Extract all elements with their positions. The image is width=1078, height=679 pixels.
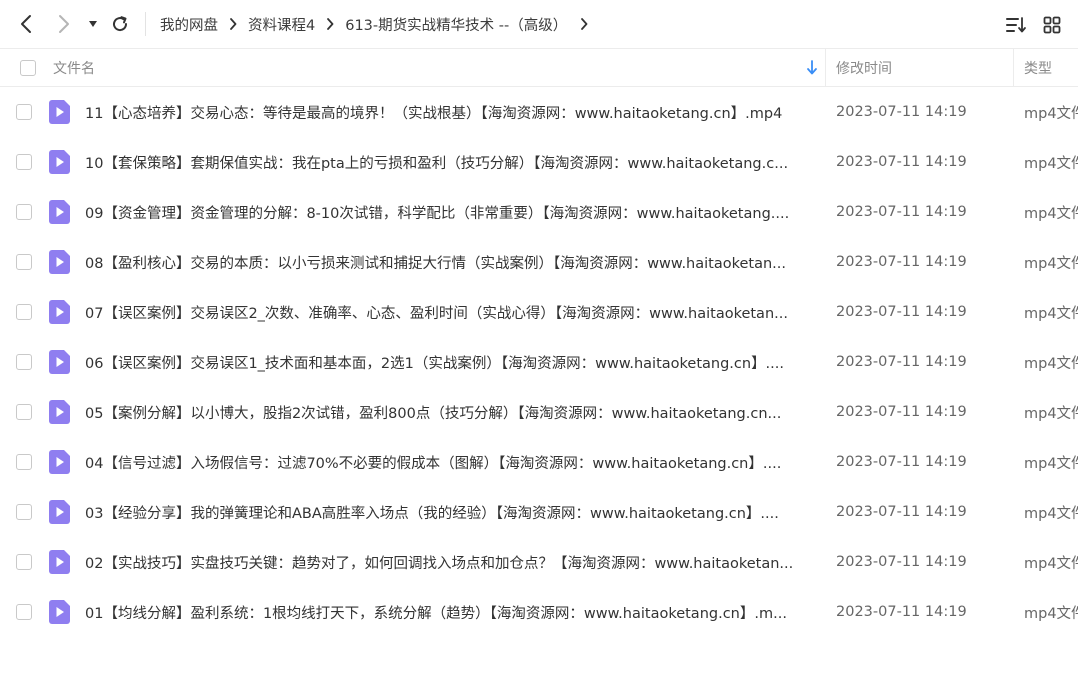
file-name[interactable]: 01【均线分解】盈利系统：1根均线打天下，系统分解（趋势）【海淘资源网：www.…: [85, 587, 813, 637]
toolbar: 我的网盘 资料课程4 613-期货实战精华技术 --（高级）: [0, 0, 1078, 48]
file-modified-time: 2023-07-11 14:19: [836, 404, 967, 420]
video-file-icon: [49, 250, 70, 274]
file-type: mp4文件: [1024, 555, 1078, 572]
file-name[interactable]: 04【信号过滤】入场假信号：过滤70%不必要的假成本（图解）【海淘资源网：www…: [85, 437, 813, 487]
sort-descending-icon[interactable]: [805, 59, 819, 77]
file-name[interactable]: 08【盈利核心】交易的本质：以小亏损来测试和捕捉大行情（实战案例）【海淘资源网：…: [85, 237, 813, 287]
row-checkbox[interactable]: [16, 504, 32, 520]
row-checkbox[interactable]: [16, 404, 32, 420]
chevron-right-icon: [59, 15, 69, 33]
sort-button[interactable]: [1004, 13, 1028, 37]
column-divider[interactable]: [825, 49, 826, 87]
file-modified-time: 2023-07-11 14:19: [836, 204, 967, 220]
file-row[interactable]: 08【盈利核心】交易的本质：以小亏损来测试和捕捉大行情（实战案例）【海淘资源网：…: [0, 237, 1078, 287]
grid-view-button[interactable]: [1040, 13, 1064, 37]
row-checkbox[interactable]: [16, 254, 32, 270]
file-modified-time: 2023-07-11 14:19: [836, 354, 967, 370]
history-dropdown-button[interactable]: [84, 12, 102, 36]
file-name[interactable]: 02【实战技巧】实盘技巧关键：趋势对了，如何回调找入场点和加仓点？【海淘资源网：…: [85, 537, 813, 587]
row-checkbox[interactable]: [16, 554, 32, 570]
file-row[interactable]: 07【误区案例】交易误区2_次数、准确率、心态、盈利时间（实战心得）【海淘资源网…: [0, 287, 1078, 337]
breadcrumb-item-root[interactable]: 我的网盘: [160, 14, 218, 35]
video-file-icon: [49, 150, 70, 174]
breadcrumb-expand-icon[interactable]: [567, 14, 601, 34]
video-file-icon: [49, 400, 70, 424]
column-header-type[interactable]: 类型: [1024, 49, 1052, 87]
file-row[interactable]: 05【案例分解】以小博大，股指2次试错，盈利800点（技巧分解）【海淘资源网：w…: [0, 387, 1078, 437]
file-row[interactable]: 09【资金管理】资金管理的分解：8-10次试错，科学配比（非常重要）【海淘资源网…: [0, 187, 1078, 237]
file-row[interactable]: 04【信号过滤】入场假信号：过滤70%不必要的假成本（图解）【海淘资源网：www…: [0, 437, 1078, 487]
video-file-icon: [49, 200, 70, 224]
chevron-left-icon: [21, 15, 31, 33]
breadcrumb-item-current[interactable]: 613-期货实战精华技术 --（高级）: [345, 14, 567, 35]
breadcrumb-separator-icon: [218, 14, 248, 34]
video-file-icon: [49, 350, 70, 374]
column-header-name[interactable]: 文件名: [53, 49, 95, 87]
file-name[interactable]: 10【套保策略】套期保值实战：我在pta上的亏损和盈利（技巧分解）【海淘资源网：…: [85, 137, 813, 187]
file-modified-time: 2023-07-11 14:19: [836, 504, 967, 520]
row-checkbox[interactable]: [16, 304, 32, 320]
file-name[interactable]: 06【误区案例】交易误区1_技术面和基本面，2选1（实战案例）【海淘资源网：ww…: [85, 337, 813, 387]
breadcrumb: 我的网盘 资料课程4 613-期货实战精华技术 --（高级）: [160, 0, 601, 48]
file-type: mp4文件: [1024, 405, 1078, 422]
video-file-icon: [49, 500, 70, 524]
breadcrumb-item-folder[interactable]: 资料课程4: [248, 14, 315, 35]
row-checkbox[interactable]: [16, 454, 32, 470]
row-checkbox[interactable]: [16, 154, 32, 170]
row-checkbox[interactable]: [16, 354, 32, 370]
file-name[interactable]: 11【心态培养】交易心态：等待是最高的境界！（实战根基）【海淘资源网：www.h…: [85, 87, 813, 137]
column-header: 文件名 修改时间 类型: [0, 48, 1078, 87]
file-row[interactable]: 06【误区案例】交易误区1_技术面和基本面，2选1（实战案例）【海淘资源网：ww…: [0, 337, 1078, 387]
video-file-icon: [49, 450, 70, 474]
file-type: mp4文件: [1024, 605, 1078, 622]
file-modified-time: 2023-07-11 14:19: [836, 454, 967, 470]
file-name[interactable]: 07【误区案例】交易误区2_次数、准确率、心态、盈利时间（实战心得）【海淘资源网…: [85, 287, 813, 337]
file-row[interactable]: 11【心态培养】交易心态：等待是最高的境界！（实战根基）【海淘资源网：www.h…: [0, 87, 1078, 137]
file-row[interactable]: 01【均线分解】盈利系统：1根均线打天下，系统分解（趋势）【海淘资源网：www.…: [0, 587, 1078, 637]
row-checkbox[interactable]: [16, 204, 32, 220]
column-header-modified[interactable]: 修改时间: [836, 49, 892, 87]
file-type: mp4文件: [1024, 355, 1078, 372]
select-all-checkbox[interactable]: [20, 60, 36, 76]
file-row[interactable]: 10【套保策略】套期保值实战：我在pta上的亏损和盈利（技巧分解）【海淘资源网：…: [0, 137, 1078, 187]
file-type: mp4文件: [1024, 305, 1078, 322]
video-file-icon: [49, 300, 70, 324]
file-modified-time: 2023-07-11 14:19: [836, 154, 967, 170]
refresh-icon: [113, 16, 128, 32]
file-type: mp4文件: [1024, 105, 1078, 122]
file-name[interactable]: 05【案例分解】以小博大，股指2次试错，盈利800点（技巧分解）【海淘资源网：w…: [85, 387, 813, 437]
file-row[interactable]: 03【经验分享】我的弹簧理论和ABA高胜率入场点（我的经验）【海淘资源网：www…: [0, 487, 1078, 537]
file-modified-time: 2023-07-11 14:19: [836, 254, 967, 270]
breadcrumb-separator-icon: [315, 14, 345, 34]
toolbar-divider: [145, 12, 146, 36]
row-checkbox[interactable]: [16, 604, 32, 620]
row-checkbox[interactable]: [16, 104, 32, 120]
sort-list-icon: [1006, 17, 1026, 33]
file-modified-time: 2023-07-11 14:19: [836, 604, 967, 620]
forward-button[interactable]: [52, 12, 76, 36]
file-modified-time: 2023-07-11 14:19: [836, 104, 967, 120]
file-modified-time: 2023-07-11 14:19: [836, 304, 967, 320]
file-type: mp4文件: [1024, 255, 1078, 272]
video-file-icon: [49, 550, 70, 574]
file-type: mp4文件: [1024, 155, 1078, 172]
file-type: mp4文件: [1024, 455, 1078, 472]
file-modified-time: 2023-07-11 14:19: [836, 554, 967, 570]
file-type: mp4文件: [1024, 505, 1078, 522]
column-divider[interactable]: [1013, 49, 1014, 87]
file-type: mp4文件: [1024, 205, 1078, 222]
refresh-button[interactable]: [108, 12, 132, 36]
back-button[interactable]: [14, 12, 38, 36]
caret-down-icon: [89, 21, 97, 27]
grid-view-icon: [1043, 16, 1061, 34]
file-name[interactable]: 03【经验分享】我的弹簧理论和ABA高胜率入场点（我的经验）【海淘资源网：www…: [85, 487, 813, 537]
video-file-icon: [49, 100, 70, 124]
file-row[interactable]: 02【实战技巧】实盘技巧关键：趋势对了，如何回调找入场点和加仓点？【海淘资源网：…: [0, 537, 1078, 587]
video-file-icon: [49, 600, 70, 624]
file-name[interactable]: 09【资金管理】资金管理的分解：8-10次试错，科学配比（非常重要）【海淘资源网…: [85, 187, 813, 237]
